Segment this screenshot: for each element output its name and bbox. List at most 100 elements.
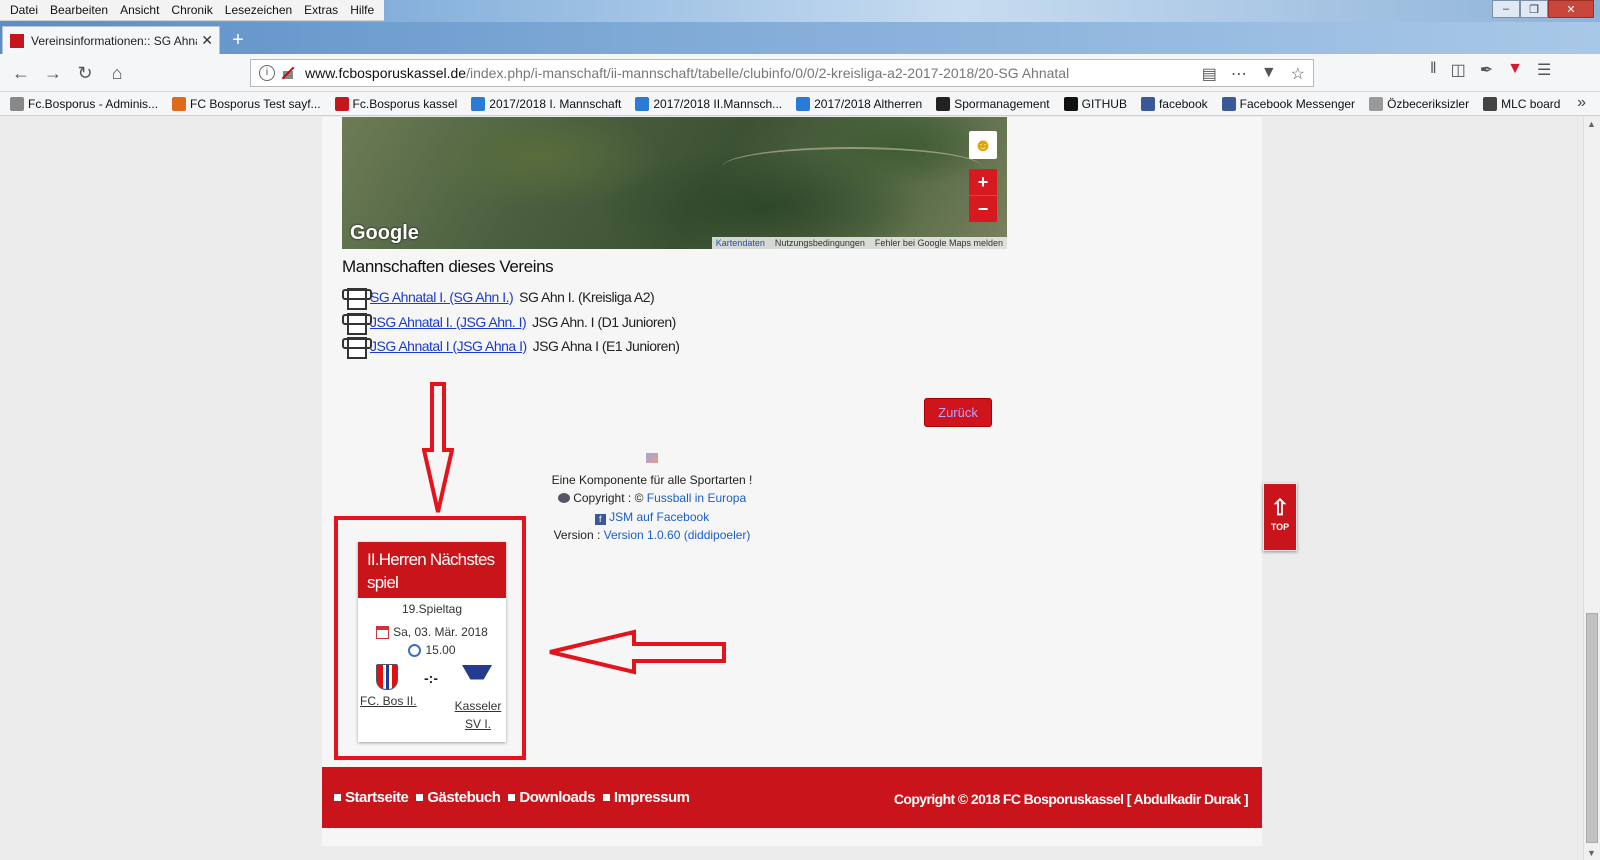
bookmark-item[interactable]: Fc.Bosporus - Adminis... bbox=[10, 96, 159, 111]
shirt-icon bbox=[342, 335, 372, 359]
home-icon[interactable]: ⌂ bbox=[104, 60, 130, 86]
bookmark-item[interactable]: MLC board bbox=[1483, 96, 1561, 111]
bookmark-label: FC Bosporus Test sayf... bbox=[190, 96, 321, 111]
map-data-link[interactable]: Kartendaten bbox=[716, 238, 765, 248]
zoom-in-button[interactable]: + bbox=[969, 169, 997, 195]
team-description: JSG Ahn. I (D1 Junioren) bbox=[532, 314, 676, 330]
tab-title: Vereinsinformationen:: SG Ahnatal bbox=[31, 33, 198, 48]
back-icon[interactable]: ← bbox=[8, 60, 34, 86]
globe-icon bbox=[557, 493, 570, 503]
pegman-icon[interactable]: ☻ bbox=[969, 131, 997, 159]
scroll-down-icon[interactable]: ▼ bbox=[1587, 848, 1596, 858]
menu-lesezeichen[interactable]: Lesezeichen bbox=[219, 0, 298, 20]
map-report-link[interactable]: Fehler bei Google Maps melden bbox=[875, 238, 1003, 248]
restore-icon[interactable]: ❐ bbox=[1520, 0, 1548, 18]
team-link[interactable]: JSG Ahnatal I. (JSG Ahn. I) bbox=[370, 314, 527, 330]
bookmark-icon bbox=[1140, 96, 1155, 111]
menu-ansicht[interactable]: Ansicht bbox=[114, 0, 165, 20]
away-team-link[interactable]: Kasseler SV I. bbox=[452, 697, 504, 733]
bookmark-item[interactable]: 2017/2018 I. Mannschaft bbox=[471, 96, 621, 111]
menu-hilfe[interactable]: Hilfe bbox=[344, 0, 380, 20]
eyedropper-icon[interactable]: ✒ bbox=[1480, 60, 1493, 80]
page-viewport: Google Kartendaten Nutzungsbedingungen F… bbox=[0, 117, 1600, 860]
shirt-icon bbox=[342, 286, 372, 310]
close-tab-icon[interactable]: ✕ bbox=[201, 32, 213, 49]
url-bar[interactable]: i www.fcbosporuskassel.de /index.php/i-m… bbox=[250, 59, 1314, 87]
reader-view-icon[interactable]: ▤ bbox=[1202, 64, 1217, 84]
team-item: SG Ahnatal I. (SG Ahn I.) SG Ahn I. (Kre… bbox=[342, 285, 655, 310]
scrollbar-thumb[interactable] bbox=[1586, 613, 1598, 843]
footer-link-impressum[interactable]: Impressum bbox=[603, 789, 690, 806]
team-item: JSG Ahnatal I. (JSG Ahn. I) JSG Ahn. I (… bbox=[342, 310, 676, 335]
content-column: Google Kartendaten Nutzungsbedingungen F… bbox=[322, 117, 1262, 846]
menu-bar: Datei Bearbeiten Ansicht Chronik Lesezei… bbox=[0, 0, 1600, 22]
forward-icon[interactable]: → bbox=[40, 60, 66, 86]
insecure-lock-icon[interactable] bbox=[281, 66, 295, 80]
bookmark-item[interactable]: 2017/2018 Altherren bbox=[796, 96, 922, 111]
back-to-top-button[interactable]: ⇧ TOP bbox=[1263, 483, 1297, 551]
google-map[interactable]: Google Kartendaten Nutzungsbedingungen F… bbox=[342, 117, 1007, 249]
tab-bar: Vereinsinformationen:: SG Ahnatal ✕ + bbox=[0, 22, 1600, 54]
pocket-icon[interactable]: ▼ bbox=[1261, 64, 1277, 84]
bookmark-label: GITHUB bbox=[1081, 96, 1127, 111]
jsm-facebook-link[interactable]: JSM auf Facebook bbox=[609, 510, 709, 524]
fussball-europa-link[interactable]: Fussball in Europa bbox=[647, 491, 746, 505]
bookmark-label: Fc.Bosporus kassel bbox=[352, 96, 458, 111]
bookmark-icon bbox=[1221, 96, 1236, 111]
sidebar-icon[interactable]: ◫ bbox=[1451, 60, 1466, 80]
close-window-icon[interactable]: ✕ bbox=[1548, 0, 1594, 18]
bookmarks-toolbar: Fc.Bosporus - Adminis... FC Bosporus Test… bbox=[0, 92, 1600, 116]
new-tab-icon[interactable]: + bbox=[226, 28, 250, 52]
shield-icon[interactable]: ▼ bbox=[1507, 60, 1523, 80]
footer-link-startseite[interactable]: Startseite bbox=[334, 789, 409, 806]
map-terms-link[interactable]: Nutzungsbedingungen bbox=[775, 238, 865, 248]
url-path: /index.php/i-manschaft/ii-mannschaft/tab… bbox=[466, 65, 1070, 81]
menu-datei[interactable]: Datei bbox=[4, 0, 44, 20]
copyright-prefix: Copyright : © bbox=[573, 491, 644, 505]
team-description: SG Ahn I. (Kreisliga A2) bbox=[519, 289, 655, 305]
home-team-link[interactable]: FC. Bos II. bbox=[360, 694, 417, 708]
site-info-icon[interactable]: i bbox=[259, 65, 275, 81]
team-link[interactable]: JSG Ahnatal I (JSG Ahna I) bbox=[370, 338, 527, 354]
window-controls: – ❐ ✕ bbox=[1492, 0, 1594, 18]
bookmark-item[interactable]: 2017/2018 II.Mannsch... bbox=[635, 96, 782, 111]
bookmark-icon bbox=[172, 96, 187, 111]
arrow-up-icon: ⇧ bbox=[1270, 495, 1290, 520]
scroll-up-icon[interactable]: ▲ bbox=[1587, 119, 1596, 129]
reload-icon[interactable]: ↻ bbox=[72, 60, 98, 86]
bookmark-label: Fc.Bosporus - Adminis... bbox=[28, 96, 159, 111]
browser-tab[interactable]: Vereinsinformationen:: SG Ahnatal ✕ bbox=[2, 26, 220, 54]
minimize-icon[interactable]: – bbox=[1492, 0, 1520, 18]
bookmark-star-icon[interactable]: ☆ bbox=[1291, 64, 1305, 84]
match-date: Sa, 03. Mär. 2018 bbox=[393, 625, 488, 639]
hamburger-menu-icon[interactable]: ☰ bbox=[1537, 60, 1551, 80]
away-team-crest-icon[interactable] bbox=[462, 665, 492, 691]
team-description: JSG Ahna I (E1 Junioren) bbox=[532, 338, 680, 354]
version-link[interactable]: Version 1.0.60 (diddipoeler) bbox=[604, 528, 751, 542]
bookmark-item[interactable]: facebook bbox=[1140, 96, 1208, 111]
zoom-out-button[interactable]: − bbox=[969, 196, 997, 222]
bookmark-icon bbox=[1483, 96, 1498, 111]
bookmark-icon bbox=[334, 96, 349, 111]
page-scrollbar[interactable]: ▲ ▼ bbox=[1583, 117, 1600, 860]
bookmark-label: Özbeceriksizler bbox=[1387, 96, 1470, 111]
team-link[interactable]: SG Ahnatal I. (SG Ahn I.) bbox=[370, 289, 514, 305]
bookmarks-overflow-icon[interactable]: » bbox=[1577, 94, 1586, 112]
home-team-crest-icon[interactable] bbox=[376, 664, 398, 690]
footer-link-gaestebuch[interactable]: Gästebuch bbox=[416, 789, 501, 806]
bookmark-item[interactable]: Fc.Bosporus kassel bbox=[334, 96, 458, 111]
menu-extras[interactable]: Extras bbox=[298, 0, 344, 20]
bookmark-item[interactable]: GITHUB bbox=[1063, 96, 1127, 111]
library-icon[interactable]: ‖ bbox=[1430, 60, 1437, 80]
bookmark-item[interactable]: Facebook Messenger bbox=[1221, 96, 1356, 111]
menu-chronik[interactable]: Chronik bbox=[165, 0, 218, 20]
bookmark-label: Facebook Messenger bbox=[1239, 96, 1356, 111]
menu-bearbeiten[interactable]: Bearbeiten bbox=[44, 0, 114, 20]
bookmark-item[interactable]: FC Bosporus Test sayf... bbox=[172, 96, 321, 111]
bookmark-item[interactable]: Spormanagement bbox=[936, 96, 1050, 111]
bookmark-item[interactable]: Özbeceriksizler bbox=[1369, 96, 1470, 111]
page-actions-icon[interactable]: ⋯ bbox=[1231, 64, 1247, 84]
back-button[interactable]: Zurück bbox=[924, 398, 992, 427]
footer-link-downloads[interactable]: Downloads bbox=[508, 789, 595, 806]
bookmark-label: MLC board bbox=[1501, 96, 1561, 111]
